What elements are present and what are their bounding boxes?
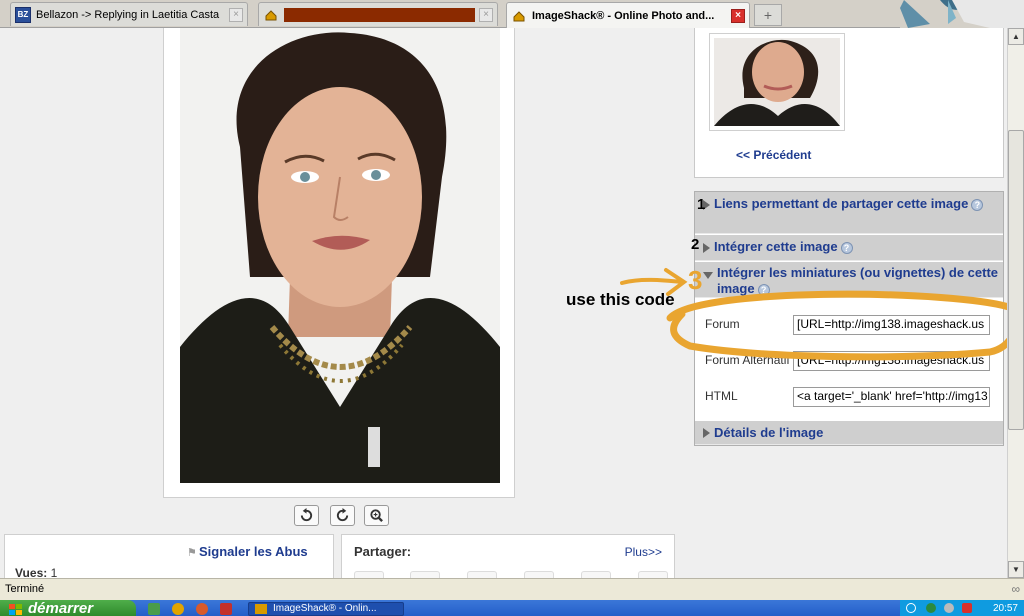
tab-bellazon[interactable]: BZ Bellazon -> Replying in Laetitia Cast… (10, 2, 248, 26)
vertical-scrollbar[interactable]: ▲ ▼ (1007, 28, 1024, 578)
clock: 20:57 (992, 603, 1018, 614)
windows-taskbar: démarrer ImageShack® - Onlin... 20:57 (0, 600, 1024, 616)
quick-launch-icon[interactable] (220, 603, 232, 615)
share-title: Partager: (354, 544, 412, 559)
tab-imageshack[interactable]: ImageShack® - Online Photo and... × (506, 2, 750, 28)
scroll-thumb[interactable] (1008, 130, 1024, 430)
close-tab-icon[interactable]: × (229, 7, 243, 22)
imageshack-favicon-icon (511, 8, 527, 24)
status-text: Terminé (5, 583, 45, 595)
new-tab-button[interactable]: + (754, 4, 782, 26)
views-count: Vues: 1 (15, 566, 58, 578)
taskbar-window-button[interactable]: ImageShack® - Onlin... (248, 602, 404, 616)
use-this-code-annotation: use this code (566, 290, 675, 309)
tray-icon[interactable] (906, 603, 916, 613)
share-service-icon[interactable] (467, 571, 497, 578)
butterfly-decoration-icon (900, 0, 1024, 28)
redacted-tab-title (284, 7, 475, 22)
tab-title: Bellazon -> Replying in Laetitia Casta (36, 8, 220, 21)
firefox-icon[interactable] (196, 603, 208, 615)
system-tray: 20:57 (900, 600, 1024, 616)
browser-tab-strip: BZ Bellazon -> Replying in Laetitia Cast… (0, 0, 1024, 28)
close-tab-icon[interactable]: × (479, 7, 493, 22)
share-box: Partager: Plus>> (341, 534, 675, 578)
scroll-down-button[interactable]: ▼ (1008, 561, 1024, 578)
quick-launch-icon[interactable] (148, 603, 160, 615)
imageshack-taskbar-icon (255, 604, 267, 614)
image-stats-box: ⚑ Signaler les Abus Vues: 1 (4, 534, 334, 578)
close-tab-icon[interactable]: × (731, 8, 745, 23)
share-service-icon[interactable] (354, 571, 384, 578)
infinity-icon: ∞ (1011, 582, 1020, 596)
report-abuse-link[interactable]: Signaler les Abus (199, 544, 308, 559)
imageshack-favicon-icon (263, 7, 279, 23)
tray-icon[interactable] (944, 603, 954, 613)
start-button[interactable]: démarrer (0, 600, 136, 616)
quick-launch-icon[interactable] (172, 603, 184, 615)
page-content: << Précédent Liens permettant de partage… (0, 28, 1007, 578)
tab-redacted[interactable]: × (258, 2, 498, 26)
share-service-icon[interactable] (524, 571, 554, 578)
flag-icon: ⚑ (187, 547, 197, 559)
annotation-overlay (620, 268, 1007, 361)
share-service-icon[interactable] (581, 571, 611, 578)
more-share-link[interactable]: Plus>> (625, 545, 662, 559)
share-service-icon[interactable] (410, 571, 440, 578)
tab-title: ImageShack® - Online Photo and... (532, 9, 715, 22)
tray-icon[interactable] (926, 603, 936, 613)
status-bar: Terminé ∞ (0, 578, 1024, 600)
tray-icon[interactable] (962, 603, 972, 613)
share-service-icon[interactable] (638, 571, 668, 578)
windows-logo-icon (9, 603, 23, 615)
scroll-up-button[interactable]: ▲ (1008, 28, 1024, 45)
bellazon-favicon-icon: BZ (15, 6, 31, 23)
